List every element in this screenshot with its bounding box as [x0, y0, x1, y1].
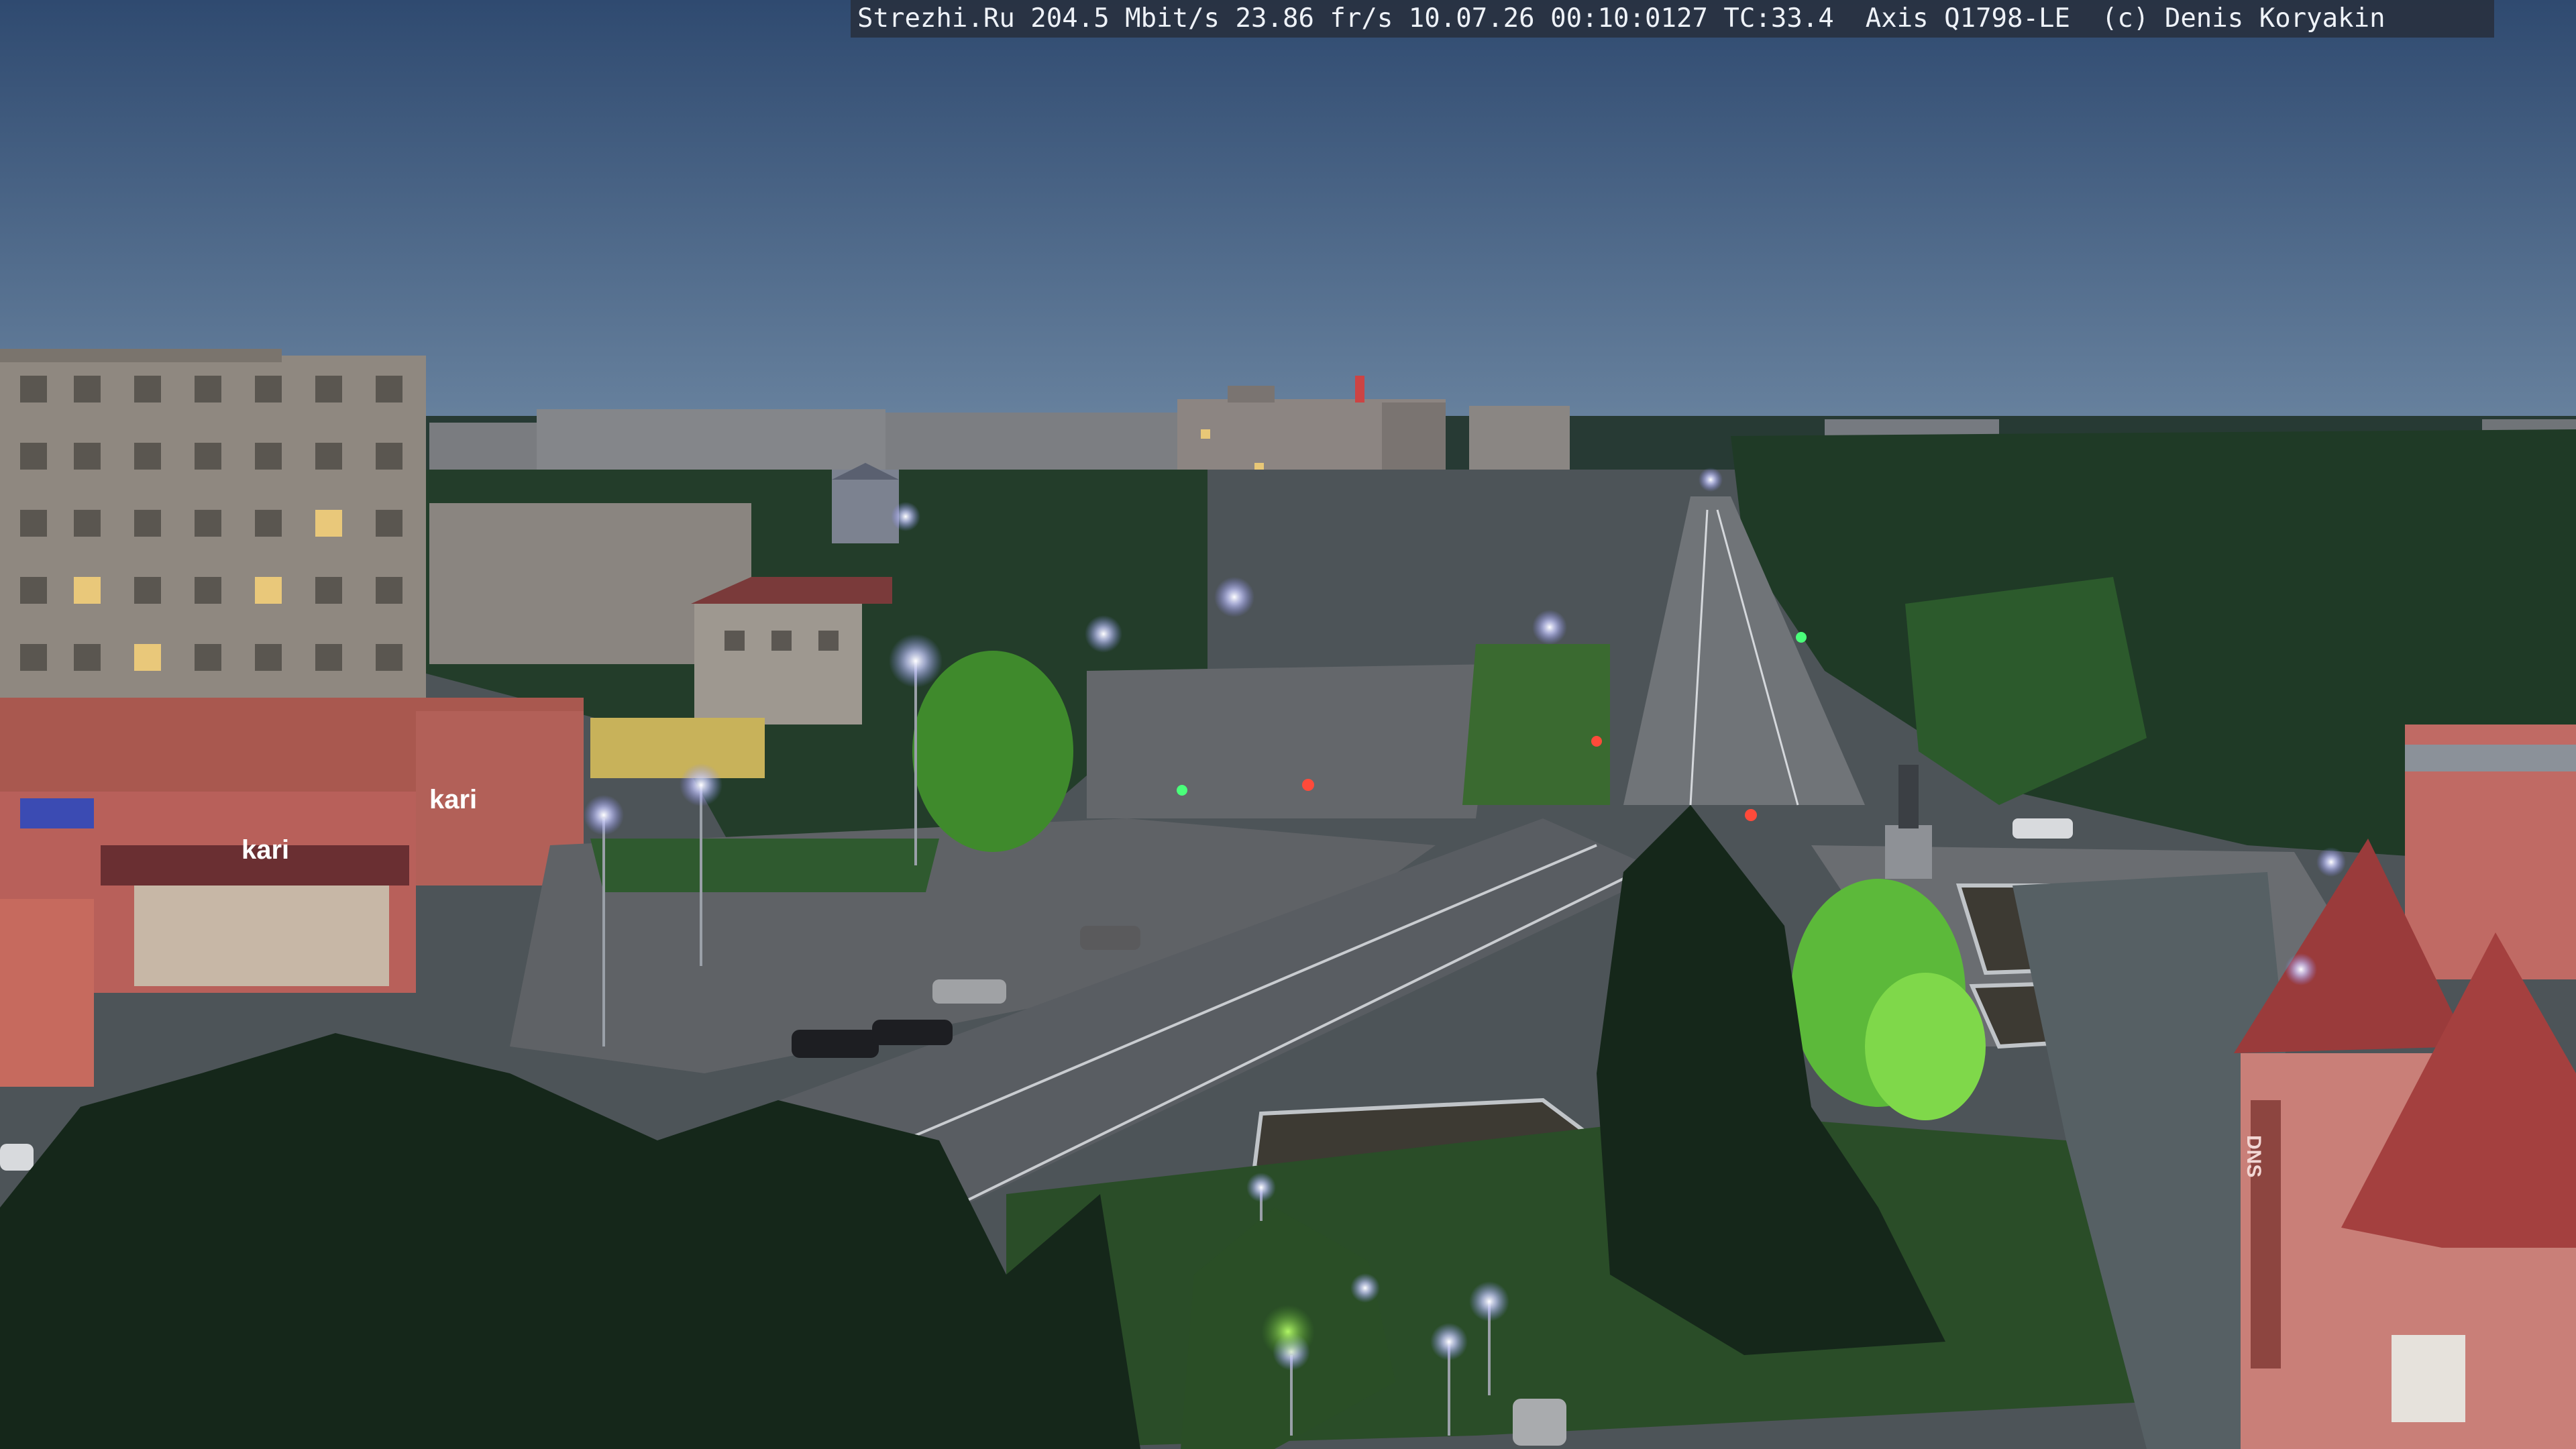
camera-info-overlay: Strezhi.Ru 204.5 Mbit/s 23.86 fr/s 10.07…: [851, 0, 2494, 38]
kari-roof-sign: kari: [429, 785, 477, 814]
kari-front-sign: kari: [241, 835, 289, 865]
dns-sign: DNS: [2243, 1135, 2265, 1177]
bank-sign: [20, 798, 94, 828]
webcam-scene: kari kari DNS: [0, 0, 2576, 1449]
upper-plaza: [1087, 664, 1496, 818]
lawn-left: [590, 839, 939, 892]
lawn-median: [1462, 644, 1610, 805]
red-roof-house: [691, 577, 892, 724]
